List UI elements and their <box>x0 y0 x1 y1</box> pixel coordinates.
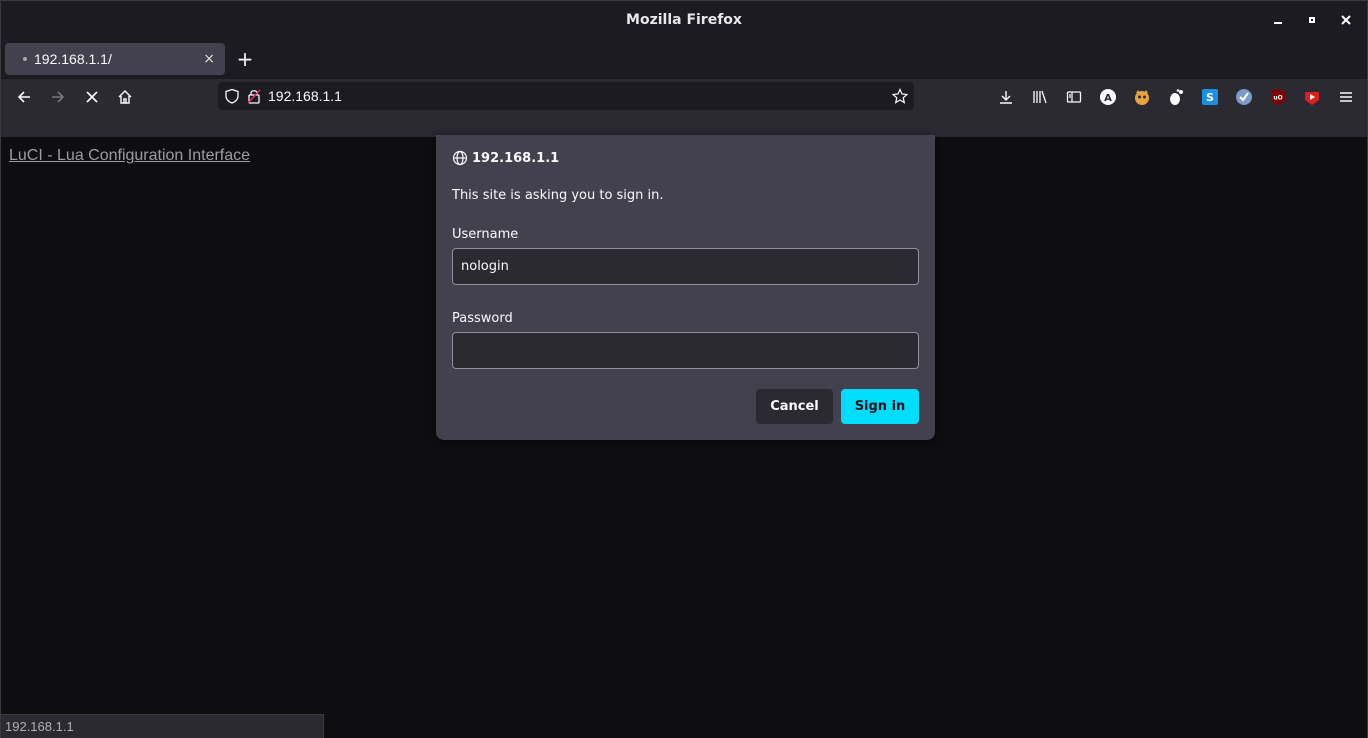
sidebar-icon[interactable] <box>1062 85 1086 109</box>
loading-dot-icon <box>23 57 27 61</box>
back-button[interactable] <box>10 83 38 111</box>
stop-button[interactable] <box>78 83 106 111</box>
insecure-lock-icon[interactable] <box>244 86 264 106</box>
maximize-button[interactable] <box>1295 1 1329 39</box>
minimize-icon <box>1274 22 1282 24</box>
svg-text:uO: uO <box>1273 95 1282 102</box>
stop-x-icon <box>86 91 98 103</box>
browser-window: Mozilla Firefox 192.168.1.1/ × + 192.168… <box>0 0 1368 738</box>
password-label: Password <box>452 311 513 326</box>
password-field[interactable] <box>452 332 919 369</box>
shield-icon[interactable] <box>222 86 242 106</box>
extension-a-icon[interactable]: A <box>1096 85 1120 109</box>
tab-strip: 192.168.1.1/ × + <box>1 39 1367 79</box>
tab-label: 192.168.1.1/ <box>34 51 112 67</box>
library-icon[interactable] <box>1028 85 1052 109</box>
extension-fox-icon[interactable] <box>1130 85 1154 109</box>
dialog-host: 192.168.1.1 <box>472 150 560 166</box>
dialog-message: This site is asking you to sign in. <box>452 188 664 203</box>
extension-gnome-icon[interactable] <box>1164 85 1188 109</box>
url-bar[interactable]: 192.168.1.1 <box>218 82 914 110</box>
close-icon <box>1341 15 1351 25</box>
username-label: Username <box>452 227 519 242</box>
globe-icon <box>452 150 468 166</box>
back-arrow-icon <box>17 91 30 103</box>
tab-close-icon[interactable]: × <box>203 51 215 67</box>
home-icon <box>118 90 132 104</box>
sign-in-dialog: 192.168.1.1 This site is asking you to s… <box>436 135 935 440</box>
forward-arrow-icon <box>52 91 65 103</box>
extension-s-icon[interactable]: S <box>1198 85 1222 109</box>
extension-check-icon[interactable] <box>1232 85 1256 109</box>
new-tab-button[interactable]: + <box>233 45 257 73</box>
url-text[interactable]: 192.168.1.1 <box>268 88 342 104</box>
tab-active[interactable]: 192.168.1.1/ × <box>5 43 225 75</box>
bookmark-star-icon[interactable] <box>890 86 910 106</box>
cancel-button[interactable]: Cancel <box>756 389 833 424</box>
username-field[interactable]: nologin <box>452 248 919 285</box>
window-title: Mozilla Firefox <box>626 12 742 28</box>
title-bar: Mozilla Firefox <box>1 1 1367 39</box>
svg-text:S: S <box>1206 91 1214 104</box>
ublock-icon[interactable]: uO <box>1266 85 1290 109</box>
close-window-button[interactable] <box>1329 1 1363 39</box>
maximize-icon <box>1309 17 1315 23</box>
dialog-header: 192.168.1.1 <box>452 150 559 166</box>
luci-link[interactable]: LuCI - Lua Configuration Interface <box>9 147 250 165</box>
menu-icon[interactable] <box>1334 85 1358 109</box>
home-button[interactable] <box>111 83 139 111</box>
download-icon[interactable] <box>994 85 1018 109</box>
forward-button[interactable] <box>44 83 72 111</box>
minimize-button[interactable] <box>1261 1 1295 39</box>
youtube-icon[interactable] <box>1300 85 1324 109</box>
svg-text:A: A <box>1104 93 1112 104</box>
sign-in-button[interactable]: Sign in <box>841 389 919 424</box>
status-bar: 192.168.1.1 <box>1 714 324 738</box>
navigation-bar: 192.168.1.1 A S uO <box>1 79 1367 115</box>
